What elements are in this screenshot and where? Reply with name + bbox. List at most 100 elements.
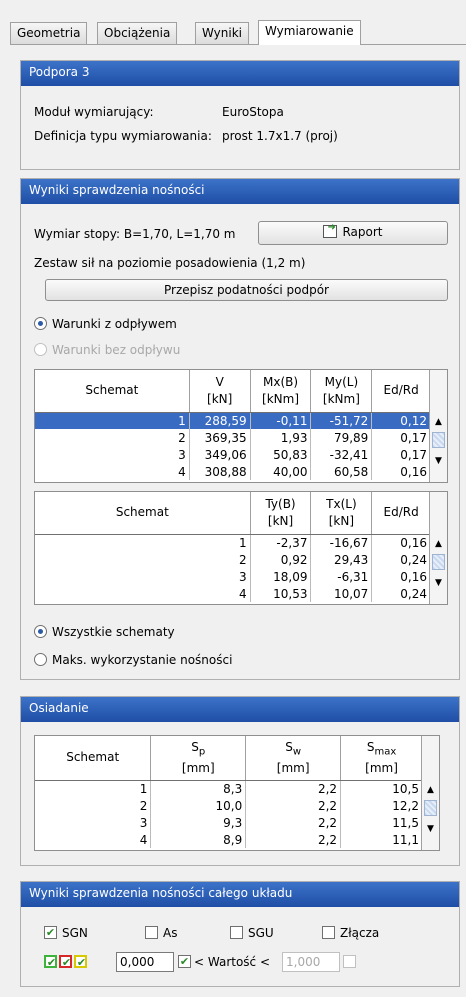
sgu-option[interactable]: SGU	[230, 926, 274, 940]
col-tx[interactable]: Tx(L) [kN]	[310, 492, 373, 535]
sgn-label: SGN	[62, 926, 88, 940]
tab-bar: Geometria Obciążenia Wyniki Wymiarowanie	[10, 20, 466, 45]
zlacza-checkbox[interactable]	[322, 926, 335, 939]
table-cell: 11,1	[340, 831, 423, 848]
col-schemat[interactable]: Schemat	[35, 492, 251, 535]
forces-text: Zestaw sił na poziomie posadowienia (1,2…	[34, 256, 306, 270]
settlement-table[interactable]: Schemat Sp [mm] Sw [mm] Smax [mm] 1 8,3 2,2 10…	[34, 735, 440, 851]
zlacza-option[interactable]: Złącza	[322, 926, 379, 940]
table-row[interactable]: 2 10,0 2,2 12,2	[35, 797, 423, 814]
min-enable-checkbox[interactable]	[178, 955, 191, 968]
support-panel: Podpora 3 Moduł wymiarujący: EuroStopa D…	[20, 60, 460, 170]
table-cell: 10,0	[150, 797, 247, 814]
all-schemes-radio[interactable]	[34, 625, 47, 638]
tab-wyniki[interactable]: Wyniki	[195, 22, 249, 44]
scroll-down-icon[interactable]: ▼	[422, 821, 439, 838]
as-option[interactable]: As	[145, 926, 177, 940]
table-cell: 0,17	[371, 446, 431, 463]
scroll-thumb[interactable]	[424, 800, 437, 816]
undrained-label: Warunki bez odpływu	[52, 343, 181, 357]
sgn-checkbox[interactable]	[44, 926, 57, 939]
rewrite-supports-button[interactable]: Przepisz podatności podpór	[45, 279, 448, 301]
table-cell: 2	[35, 797, 152, 814]
scroll-thumb[interactable]	[432, 554, 445, 570]
table-row[interactable]: 3 9,3 2,2 11,5	[35, 814, 423, 831]
shear-table-scrollbar[interactable]: ▲ ▼	[429, 492, 447, 604]
table-cell: 0,17	[371, 429, 431, 446]
support-panel-title: Podpora 3	[21, 61, 459, 86]
table-row[interactable]: 2 0,92 29,43 0,24	[35, 551, 431, 568]
table-cell: 1	[35, 534, 251, 551]
red-filter-checkbox[interactable]	[59, 955, 72, 968]
foot-dimension-text: Wymiar stopy: B=1,70, L=1,70 m	[34, 227, 236, 241]
sgn-option[interactable]: SGN	[44, 926, 88, 940]
table-row[interactable]: 4 8,9 2,2 11,1	[35, 831, 423, 848]
table-cell: 8,3	[150, 780, 247, 797]
col-my[interactable]: My(L) [kNm]	[310, 370, 373, 413]
min-value-input[interactable]: 0,000	[116, 952, 174, 972]
col-edrd[interactable]: Ed/Rd	[371, 492, 431, 535]
table-cell: -6,31	[310, 568, 373, 585]
all-schemes-label: Wszystkie schematy	[52, 625, 175, 639]
table-cell: 2	[35, 429, 190, 446]
col-schemat[interactable]: Schemat	[35, 736, 152, 781]
scroll-thumb[interactable]	[432, 432, 445, 448]
col-sp[interactable]: Sp [mm]	[150, 736, 247, 781]
table-row[interactable]: 3 18,09 -6,31 0,16	[35, 568, 431, 585]
scroll-down-icon[interactable]: ▼	[430, 575, 447, 592]
table-cell: 0,24	[371, 585, 431, 602]
color-filters	[44, 955, 92, 969]
min-enable[interactable]: < Wartość <	[178, 955, 270, 969]
col-schemat[interactable]: Schemat	[35, 370, 190, 413]
table-row[interactable]: 1 8,3 2,2 10,5	[35, 780, 423, 797]
settlement-panel: Osiadanie Schemat Sp [mm] Sw [mm] Smax [mm]…	[20, 696, 460, 866]
max-enable-checkbox[interactable]	[343, 955, 356, 968]
table-row[interactable]: 1 -2,37 -16,67 0,16	[35, 534, 431, 551]
col-smax[interactable]: Smax [mm]	[340, 736, 423, 781]
table-cell: 9,3	[150, 814, 247, 831]
table-cell: 4	[35, 585, 251, 602]
tab-wymiarowanie[interactable]: Wymiarowanie	[258, 20, 361, 45]
sw-symbol: S	[285, 739, 293, 754]
table-row[interactable]: 3 349,06 50,83 -32,41 0,17	[35, 446, 431, 463]
scroll-up-icon[interactable]: ▲	[430, 536, 447, 553]
green-filter-checkbox[interactable]	[44, 955, 57, 968]
shear-table[interactable]: Schemat Ty(B) [kN] Tx(L) [kN] Ed/Rd 1 -2,…	[34, 491, 448, 605]
tab-geometria[interactable]: Geometria	[10, 22, 88, 44]
table-row[interactable]: 2 369,35 1,93 79,89 0,17	[35, 429, 431, 446]
table-cell: 3	[35, 446, 190, 463]
report-icon: ➜	[323, 222, 338, 238]
as-label: As	[163, 926, 178, 940]
all-schemes-option[interactable]: Wszystkie schematy	[34, 625, 175, 639]
settlement-table-scrollbar[interactable]: ▲ ▼	[421, 736, 439, 850]
max-enable[interactable]	[343, 955, 361, 969]
sgu-checkbox[interactable]	[230, 926, 243, 939]
max-use-radio[interactable]	[34, 653, 47, 666]
table-cell: 60,58	[310, 463, 373, 480]
as-checkbox[interactable]	[145, 926, 158, 939]
capacity-table[interactable]: Schemat V [kN] Mx(B) [kNm] My(L) [kNm] E…	[34, 369, 448, 483]
col-edrd[interactable]: Ed/Rd	[371, 370, 431, 413]
table-cell: 0,12	[371, 412, 431, 429]
col-mx[interactable]: Mx(B) [kNm]	[250, 370, 312, 413]
table-row[interactable]: 1 288,59 -0,11 -51,72 0,12	[35, 412, 431, 429]
col-sw[interactable]: Sw [mm]	[245, 736, 342, 781]
drained-radio[interactable]	[34, 317, 47, 330]
max-use-option[interactable]: Maks. wykorzystanie nośności	[34, 653, 232, 667]
table-row[interactable]: 4 308,88 40,00 60,58 0,16	[35, 463, 431, 480]
col-v[interactable]: V [kN]	[189, 370, 251, 413]
report-button[interactable]: ➜ Raport	[258, 221, 448, 245]
tab-obciazenia[interactable]: Obciążenia	[97, 22, 178, 44]
drained-option[interactable]: Warunki z odpływem	[34, 317, 177, 331]
yellow-filter-checkbox[interactable]	[74, 955, 87, 968]
condition-label: < Wartość <	[194, 955, 271, 969]
scroll-up-icon[interactable]: ▲	[430, 414, 447, 431]
col-ty[interactable]: Ty(B) [kN]	[250, 492, 312, 535]
scroll-down-icon[interactable]: ▼	[430, 453, 447, 470]
tab-strip-line	[10, 44, 466, 45]
table-cell: 10,5	[340, 780, 423, 797]
smax-subscript: max	[374, 745, 397, 757]
scroll-up-icon[interactable]: ▲	[422, 782, 439, 799]
table-row[interactable]: 4 10,53 10,07 0,24	[35, 585, 431, 602]
capacity-table-scrollbar[interactable]: ▲ ▼	[429, 370, 447, 482]
